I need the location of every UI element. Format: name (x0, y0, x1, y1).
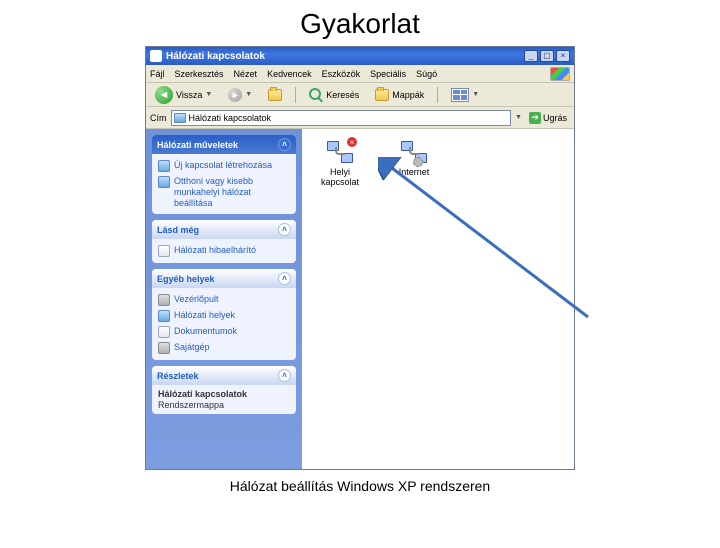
address-label: Cím (150, 113, 167, 123)
windows-logo-icon (550, 67, 570, 81)
menu-file[interactable]: Fájl (150, 69, 165, 79)
panel-details: Részletek ˄ Hálózati kapcsolatok Rendsze… (152, 366, 296, 414)
chevron-up-icon: ˄ (278, 223, 291, 236)
folder-up-icon (268, 89, 282, 101)
slide-caption: Hálózat beállítás Windows XP rendszeren (0, 478, 720, 494)
connection-label: Helyi kapcsolat (312, 167, 368, 187)
documents-icon (158, 326, 170, 338)
menu-view[interactable]: Nézet (234, 69, 258, 79)
panel-header-network-tasks[interactable]: Hálózati műveletek ˄ (152, 135, 296, 154)
task-setup-home-network[interactable]: Otthoni vagy kisebb munkahelyi hálózat b… (158, 174, 290, 210)
back-arrow-icon: ◄ (155, 86, 173, 104)
link-troubleshooter[interactable]: Hálózati hibaelhárító (158, 243, 290, 259)
search-button[interactable]: Keresés (304, 85, 364, 105)
network-places-icon (150, 50, 162, 62)
maximize-button[interactable]: ▢ (540, 50, 554, 62)
panel-header-other-places[interactable]: Egyéb helyek ˄ (152, 269, 296, 288)
view-grid-icon (451, 88, 469, 102)
panel-header-see-also[interactable]: Lásd még ˄ (152, 220, 296, 239)
titlebar[interactable]: Hálózati kapcsolatok _ ▢ × (146, 47, 574, 65)
panel-header-details[interactable]: Részletek ˄ (152, 366, 296, 385)
chevron-up-icon: ˄ (278, 369, 291, 382)
home-network-icon (158, 176, 170, 188)
main-pane[interactable]: × Helyi kapcsolat Internet (302, 129, 574, 469)
forward-arrow-icon: ► (228, 88, 242, 102)
connection-local[interactable]: × Helyi kapcsolat (312, 139, 368, 187)
menubar: Fájl Szerkesztés Nézet Kedvencek Eszközö… (146, 65, 574, 83)
up-button[interactable] (263, 86, 287, 104)
chevron-down-icon[interactable]: ▼ (515, 114, 522, 121)
menu-edit[interactable]: Szerkesztés (175, 69, 224, 79)
back-button[interactable]: ◄ Vissza ▼ (150, 83, 217, 107)
menu-advanced[interactable]: Speciális (370, 69, 406, 79)
new-connection-icon (158, 160, 170, 172)
link-documents[interactable]: Dokumentumok (158, 324, 290, 340)
view-mode-button[interactable]: ▼ (446, 85, 484, 105)
folders-label: Mappák (392, 90, 424, 100)
panel-network-tasks: Hálózati műveletek ˄ Új kapcsolat létreh… (152, 135, 296, 214)
task-new-connection[interactable]: Új kapcsolat létrehozása (158, 158, 290, 174)
separator (295, 87, 296, 103)
control-panel-icon (158, 294, 170, 306)
panel-title: Egyéb helyek (157, 274, 215, 284)
back-label: Vissza (176, 90, 202, 100)
go-arrow-icon: ➔ (529, 112, 541, 124)
connection-internet[interactable]: Internet (386, 139, 442, 187)
panel-title: Lásd még (157, 225, 199, 235)
menu-favorites[interactable]: Kedvencek (267, 69, 312, 79)
link-control-panel[interactable]: Vezérlőpult (158, 292, 290, 308)
link-label: Sajátgép (174, 342, 210, 353)
panel-title: Hálózati műveletek (157, 140, 238, 150)
link-my-computer[interactable]: Sajátgép (158, 340, 290, 356)
menu-tools[interactable]: Eszközök (322, 69, 361, 79)
chevron-down-icon: ▼ (472, 91, 479, 98)
menu-help[interactable]: Súgó (416, 69, 437, 79)
details-type: Rendszermappa (158, 400, 224, 410)
tasks-sidebar: Hálózati műveletek ˄ Új kapcsolat létreh… (146, 129, 302, 469)
link-label: Hálózati helyek (174, 310, 235, 321)
toolbar: ◄ Vissza ▼ ► ▼ Keresés Mappák ▼ (146, 83, 574, 107)
chevron-down-icon: ▼ (205, 91, 212, 98)
panel-see-also: Lásd még ˄ Hálózati hibaelhárító (152, 220, 296, 263)
help-icon (158, 245, 170, 257)
content-area: Hálózati műveletek ˄ Új kapcsolat létreh… (146, 129, 574, 469)
task-label: Új kapcsolat létrehozása (174, 160, 272, 171)
gear-badge-icon (413, 157, 423, 167)
search-label: Keresés (326, 90, 359, 100)
explorer-window: Hálózati kapcsolatok _ ▢ × Fájl Szerkesz… (145, 46, 575, 470)
chevron-up-icon: ˄ (278, 138, 291, 151)
link-network-places[interactable]: Hálózati helyek (158, 308, 290, 324)
link-label: Vezérlőpult (174, 294, 219, 305)
chevron-down-icon: ▼ (245, 91, 252, 98)
separator (437, 87, 438, 103)
panel-other-places: Egyéb helyek ˄ Vezérlőpult Hálózati hely… (152, 269, 296, 360)
lan-connection-icon: × (325, 139, 355, 165)
chevron-up-icon: ˄ (278, 272, 291, 285)
search-icon (309, 88, 323, 102)
link-label: Dokumentumok (174, 326, 237, 337)
forward-button[interactable]: ► ▼ (223, 85, 257, 105)
internet-connection-icon (399, 139, 429, 165)
connection-label: Internet (399, 167, 430, 177)
slide-title: Gyakorlat (0, 8, 720, 40)
my-computer-icon (158, 342, 170, 354)
network-places-icon (158, 310, 170, 322)
panel-title: Részletek (157, 371, 199, 381)
address-value: Hálózati kapcsolatok (189, 113, 272, 123)
folders-button[interactable]: Mappák (370, 86, 429, 104)
addressbar: Cím Hálózati kapcsolatok ▼ ➔ Ugrás (146, 107, 574, 129)
network-icon (174, 113, 186, 123)
task-label: Otthoni vagy kisebb munkahelyi hálózat b… (174, 176, 290, 208)
go-button[interactable]: ➔ Ugrás (526, 111, 570, 125)
address-input[interactable]: Hálózati kapcsolatok (171, 110, 512, 126)
minimize-button[interactable]: _ (524, 50, 538, 62)
window-title: Hálózati kapcsolatok (166, 51, 524, 62)
details-name: Hálózati kapcsolatok (158, 389, 290, 399)
folder-icon (375, 89, 389, 101)
link-label: Hálózati hibaelhárító (174, 245, 256, 256)
disabled-badge-icon: × (347, 137, 357, 147)
close-button[interactable]: × (556, 50, 570, 62)
go-label: Ugrás (543, 113, 567, 123)
